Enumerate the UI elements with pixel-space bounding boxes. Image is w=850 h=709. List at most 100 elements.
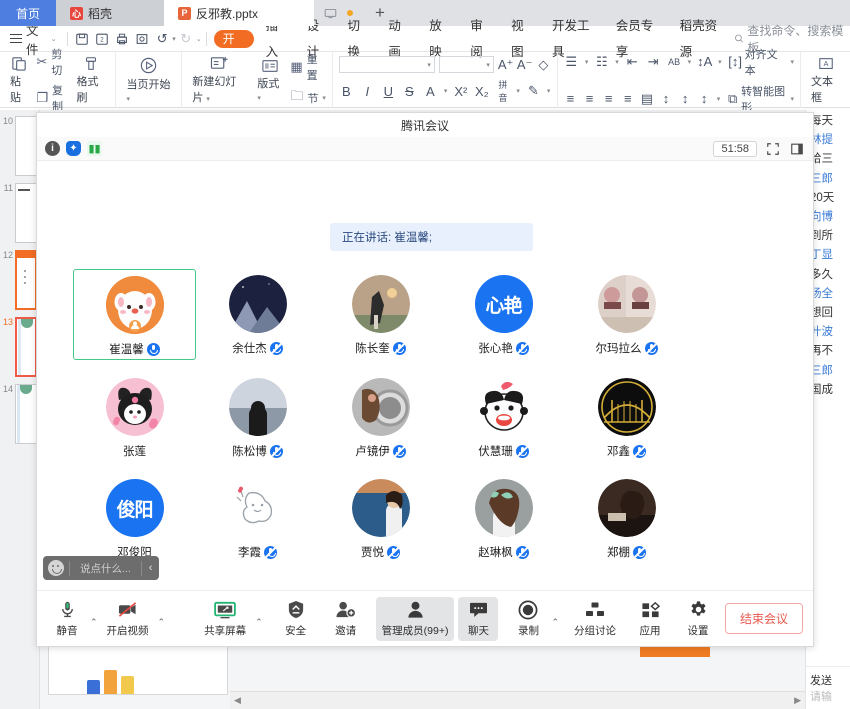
layout-button[interactable]: 版式 ▾ [253,56,287,105]
participant-tile[interactable]: 卢镜伊 [319,372,442,461]
participant-tile[interactable]: 贾悦 [319,473,442,562]
clear-formatting-icon[interactable]: ◇ [536,57,551,73]
manage-members-button[interactable]: 管理成员(99+) [376,597,455,641]
slide-thumbnail[interactable] [15,250,37,310]
increase-paragraph-spacing-button[interactable]: ↕ [659,91,672,106]
align-center-button[interactable]: ≡ [583,91,596,106]
security-button[interactable]: 安全 [276,597,316,641]
chevron-down-icon[interactable]: ▾ [444,87,448,95]
play-from-current-button[interactable]: 当页开始 ▾ [122,54,175,106]
paste-button[interactable]: 粘贴 [6,53,33,107]
participant-tile[interactable]: 邓鑫 [565,372,688,461]
settings-button[interactable]: 设置 [678,597,718,641]
numbered-list-button[interactable]: ☷ [594,54,609,70]
info-icon[interactable]: i [45,141,60,156]
start-video-button[interactable]: 开启视频 [101,597,155,641]
shield-icon[interactable]: ✦ [66,141,81,156]
participant-tile[interactable]: 崔温馨 [73,269,196,360]
end-meeting-button[interactable]: 结束会议 [725,603,803,634]
participant-tile[interactable]: 李霞 [196,473,319,562]
pinyin-guide-button[interactable]: 拼音 [495,78,510,104]
line-spacing-button[interactable]: ↕A [697,54,712,69]
chat-input-pill[interactable]: 说点什么... ‹ [43,556,159,580]
bullet-list-button[interactable]: ☰ [564,54,579,70]
superscript-button[interactable]: X² [453,84,468,99]
new-slide-button[interactable]: 新建幻灯片 ▾ [188,53,250,107]
decrease-paragraph-spacing-button[interactable]: ↕ [679,91,692,106]
ribbon-tab-start[interactable]: 开始 [214,30,254,48]
slide-thumbnail-panel[interactable]: 10 11 12 13 14 [0,110,40,709]
invite-button[interactable]: 邀请 [326,597,366,641]
save-as-icon[interactable]: 2 [92,29,112,49]
line-height-button[interactable]: ↕ [698,91,711,106]
save-icon[interactable] [72,29,92,49]
strikethrough-button[interactable]: S [402,84,417,99]
text-direction-button[interactable]: AB [667,57,682,67]
font-family-select[interactable]: ▾ [339,56,435,73]
layout-panel-icon[interactable] [789,141,805,157]
increase-font-size-icon[interactable]: A⁺ [498,57,513,73]
print-icon[interactable] [112,29,132,49]
tab-home[interactable]: 首页 [0,0,56,26]
record-button[interactable]: 录制 [508,597,548,641]
decrease-indent-button[interactable]: ⇤ [625,54,640,70]
participant-tile[interactable]: 郑棚 [565,473,688,562]
bold-button[interactable]: B [339,84,354,99]
share-screen-button[interactable]: 共享屏幕 [198,597,252,641]
slide-thumbnail[interactable] [15,384,37,444]
slide-thumbnail-item[interactable]: 12 [0,250,39,310]
increase-indent-button[interactable]: ⇥ [646,54,661,70]
scroll-right-icon[interactable]: ▶ [794,695,801,706]
slide-thumbnail-item[interactable]: 14 [0,384,39,444]
tab-document-pptx[interactable]: P 反邪教.pptx [164,0,314,26]
chat-collapse-icon[interactable]: ‹ [142,562,160,574]
align-left-button[interactable]: ≡ [564,91,577,106]
print-preview-icon[interactable] [132,29,152,49]
participant-tile[interactable]: 伏慧珊 [442,372,565,461]
scroll-left-icon[interactable]: ◀ [234,695,241,706]
format-painter-button[interactable]: 格式刷 [72,54,109,107]
emoji-icon[interactable] [48,560,64,576]
signal-strength-icon[interactable]: ▮▮ [87,141,102,156]
font-size-select[interactable]: ▾ [439,56,494,73]
section-button[interactable]: 🗀 节 ▾ [290,87,326,109]
tencent-meeting-window[interactable]: 腾讯会议 i ✦ ▮▮ 51:58 正在讲话: 崔温馨; [36,112,814,647]
participant-tile[interactable]: 陈松博 [196,372,319,461]
distribute-button[interactable]: ▤ [640,91,653,107]
apps-button[interactable]: 应用 [630,597,670,641]
video-options-chevron-icon[interactable]: ⌃ [155,617,169,628]
participant-tile[interactable]: 心艳 张心艳 [442,269,565,360]
chat-button[interactable]: 聊天 [458,597,498,641]
slide-thumbnail[interactable] [15,183,37,243]
underline-button[interactable]: U [381,84,396,99]
tab-daoke[interactable]: 心 稻壳 [56,0,164,26]
fullscreen-icon[interactable] [765,141,781,157]
panel-input-placeholder[interactable]: 请输 [810,688,846,704]
subscript-button[interactable]: X₂ [474,84,489,99]
cut-button[interactable]: ✂ 剪切 [36,46,69,78]
slide-thumbnail[interactable] [15,116,37,176]
send-label[interactable]: 发送 [810,672,846,688]
slide-thumbnail-item[interactable]: 11 [0,183,39,243]
mute-options-chevron-icon[interactable]: ⌃ [87,617,101,628]
chevron-down-icon[interactable]: ▾ [547,87,551,95]
participant-tile[interactable]: 俊阳 邓俊阳 [73,473,196,562]
align-right-button[interactable]: ≡ [602,91,615,106]
align-text-button[interactable]: [↕] 对齐文本 ▾ [728,46,794,78]
breakout-rooms-button[interactable]: 分组讨论 [568,597,622,641]
justify-button[interactable]: ≡ [621,91,634,106]
slide-thumbnail-item[interactable]: 13 [0,317,39,377]
italic-button[interactable]: I [360,84,375,99]
participant-tile[interactable]: 尔玛拉么 [565,269,688,360]
customize-quick-access-icon[interactable]: ⌄ [196,35,202,43]
chat-input-placeholder[interactable]: 说点什么... [69,561,142,576]
participant-tile[interactable]: 张莲 [73,372,196,461]
participant-tile[interactable]: 余仕杰 [196,269,319,360]
share-options-chevron-icon[interactable]: ⌃ [252,617,266,628]
participant-tile[interactable]: 赵琳枫 [442,473,565,562]
textbox-button[interactable]: A 文本框 [807,54,844,107]
horizontal-scrollbar[interactable]: ◀ ▶ [230,691,805,709]
mute-button[interactable]: 静音 [47,597,87,641]
highlight-button[interactable]: ✎ [526,83,541,99]
reset-button[interactable]: ▦ 重置 [290,51,326,83]
